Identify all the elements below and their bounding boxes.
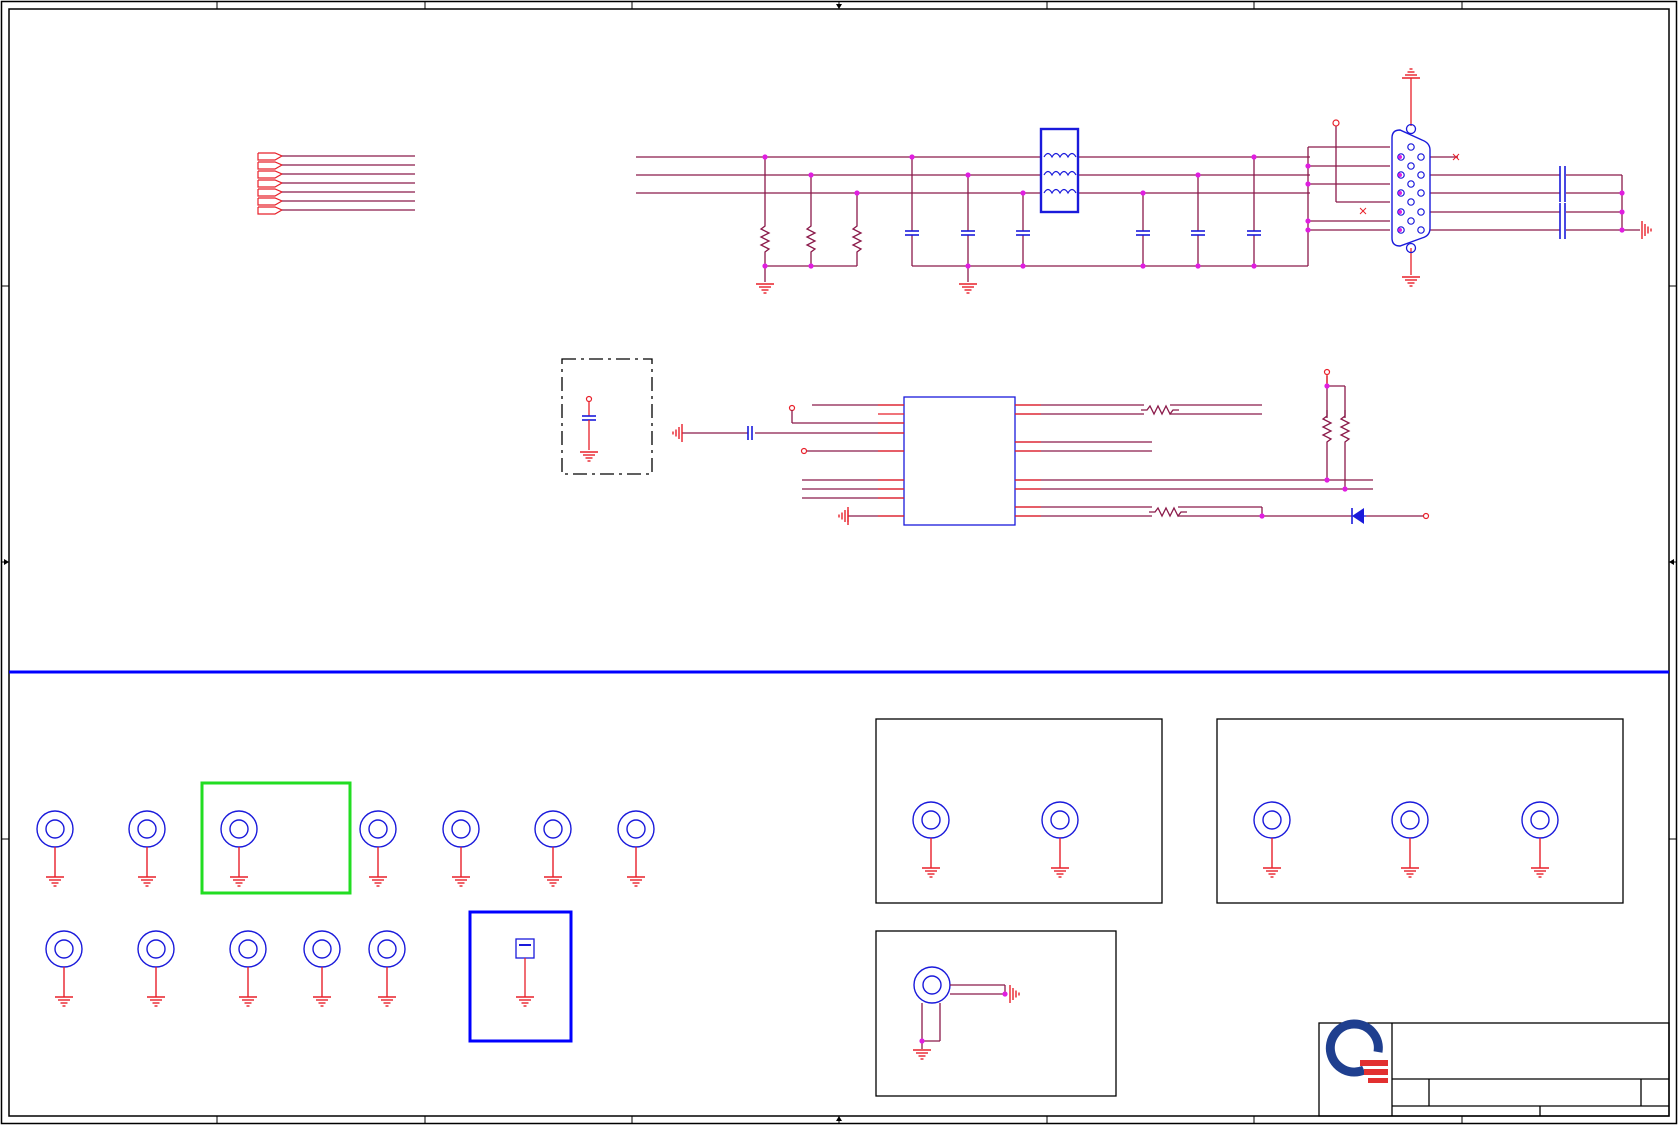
mounting-holes-row-1 bbox=[37, 811, 654, 886]
vga-filter-network bbox=[636, 68, 1652, 412]
bypass-capacitor-box bbox=[561, 358, 653, 475]
db15-connector-icon bbox=[1359, 68, 1460, 287]
grounded-hole-box bbox=[875, 930, 1117, 1097]
highlight-box-blue bbox=[468, 910, 573, 1043]
ic-block-section bbox=[672, 368, 1430, 526]
diode-icon bbox=[1351, 508, 1366, 524]
mounting-holes-row-2 bbox=[46, 931, 405, 1006]
schematic-sheet bbox=[0, 0, 1678, 1125]
ferrite-bead-icon bbox=[1039, 127, 1080, 214]
mounting-holes-box-a bbox=[875, 718, 1163, 904]
mounting-holes-box-b bbox=[1216, 718, 1624, 904]
title-block bbox=[1318, 1019, 1670, 1117]
offpage-connector-bundle bbox=[257, 152, 415, 215]
schematic-canvas bbox=[0, 0, 1678, 1125]
company-logo-icon bbox=[1325, 1019, 1388, 1083]
ic-chip-icon bbox=[903, 396, 1016, 526]
sheet-border bbox=[0, 0, 1678, 1125]
